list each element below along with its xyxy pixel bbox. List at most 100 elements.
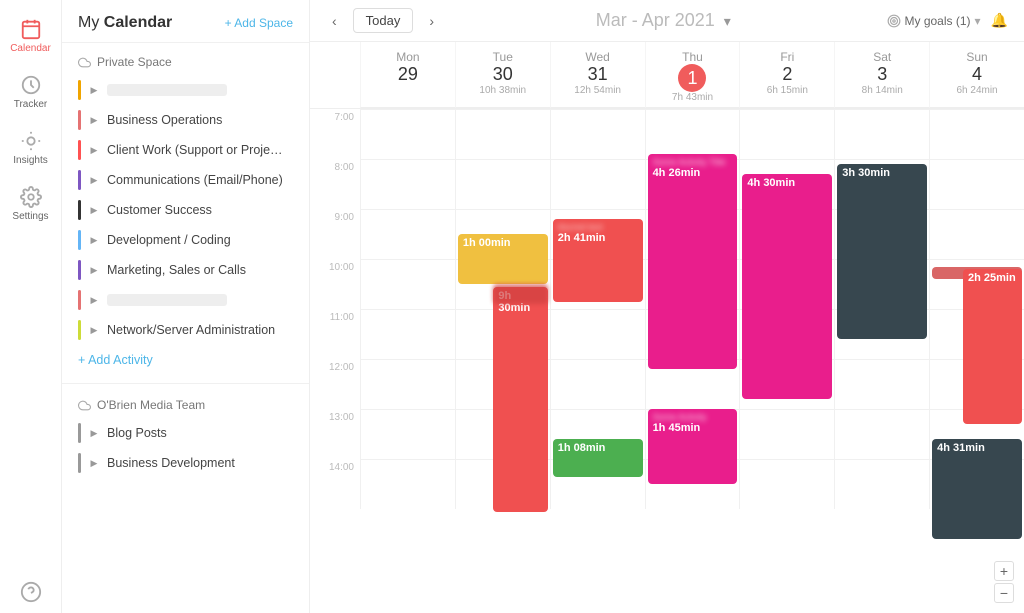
sidebar-settings-label: Settings xyxy=(12,211,48,222)
sidebar-calendar-label: Calendar xyxy=(10,43,51,54)
add-space-button[interactable]: + Add Space xyxy=(225,16,293,30)
space-item-business-ops[interactable]: ▶ Business Operations xyxy=(62,105,309,135)
play-icon[interactable]: ▶ xyxy=(87,113,101,127)
goals-icon xyxy=(887,14,901,28)
color-dot xyxy=(78,80,81,100)
hour-slot xyxy=(835,459,929,509)
space-item-client-work[interactable]: ▶ Client Work (Support or Proje… xyxy=(62,135,309,165)
hour-slot xyxy=(361,159,455,209)
sidebar-tracker-label: Tracker xyxy=(14,99,48,110)
day-col-sat: 3h 30min xyxy=(834,109,929,509)
play-icon[interactable]: ▶ xyxy=(87,263,101,277)
calendar-grid-wrapper[interactable]: Mon 29 Tue 30 10h 38min Wed 31 12h 54min… xyxy=(310,42,1024,613)
event-tue-yellow[interactable]: 1h 00min xyxy=(458,234,548,284)
prev-button[interactable]: ‹ xyxy=(326,11,343,31)
hour-slot xyxy=(551,359,645,409)
day-col-mon xyxy=(360,109,455,509)
day-header-sun: Sun 4 6h 24min xyxy=(929,42,1024,108)
event-tue-red[interactable]: 9h 30min xyxy=(493,287,547,512)
space-item-blog-posts[interactable]: ▶ Blog Posts xyxy=(62,418,309,448)
event-sun-red[interactable]: 2h 25min xyxy=(963,269,1022,424)
space-panel-header: My Calendar + Add Space xyxy=(62,0,309,43)
team-cloud-icon xyxy=(78,399,91,412)
dropdown-icon[interactable]: ▾ xyxy=(724,13,731,29)
color-dot xyxy=(78,290,81,310)
time-label-13: 13:00 xyxy=(310,409,360,459)
calendar-toolbar: ‹ Today › Mar - Apr 2021 ▾ My goals (1) … xyxy=(310,0,1024,42)
zoom-in-button[interactable]: + xyxy=(994,561,1014,581)
hour-slot xyxy=(835,109,929,159)
day-col-fri: 4h 30min xyxy=(739,109,834,509)
calendar-main: ‹ Today › Mar - Apr 2021 ▾ My goals (1) … xyxy=(310,0,1024,613)
icon-sidebar: Calendar Tracker Insights Settings xyxy=(0,0,62,613)
hour-slot xyxy=(740,459,834,509)
event-sun-dark[interactable]: 4h 31min xyxy=(932,439,1022,539)
event-thu-pink-tall[interactable]: Some Activity Title 4h 26min xyxy=(648,154,738,369)
play-icon[interactable]: ▶ xyxy=(87,83,101,97)
sidebar-item-tracker[interactable]: Tracker xyxy=(0,66,61,118)
sidebar-item-calendar[interactable]: Calendar xyxy=(0,10,61,62)
bell-icon[interactable]: 🔔 xyxy=(991,12,1008,29)
goals-dropdown-icon: ▾ xyxy=(975,14,981,28)
day-headers: Mon 29 Tue 30 10h 38min Wed 31 12h 54min… xyxy=(310,42,1024,109)
time-label-7: 7:00 xyxy=(310,109,360,159)
goals-button[interactable]: My goals (1) ▾ xyxy=(887,14,981,28)
calendar-grid-body: 7:00 8:00 9:00 10:00 11:00 12:00 13:00 1… xyxy=(310,109,1024,509)
hour-slot xyxy=(930,209,1024,259)
day-header-wed: Wed 31 12h 54min xyxy=(550,42,645,108)
time-label-10: 10:00 xyxy=(310,259,360,309)
play-icon[interactable]: ▶ xyxy=(87,173,101,187)
day-header-mon: Mon 29 xyxy=(360,42,455,108)
color-dot xyxy=(78,230,81,250)
event-fri-pink[interactable]: 4h 30min xyxy=(742,174,832,399)
time-label-14: 14:00 xyxy=(310,459,360,509)
time-label-12: 12:00 xyxy=(310,359,360,409)
space-item-customer-success[interactable]: ▶ Customer Success xyxy=(62,195,309,225)
play-icon[interactable]: ▶ xyxy=(87,456,101,470)
hour-slot xyxy=(835,409,929,459)
play-icon[interactable]: ▶ xyxy=(87,426,101,440)
space-item-business-dev[interactable]: ▶ Business Development xyxy=(62,448,309,478)
space-panel: My Calendar + Add Space Private Space ▶ … xyxy=(62,0,310,613)
color-dot xyxy=(78,260,81,280)
sidebar-item-settings[interactable]: Settings xyxy=(0,178,61,230)
next-button[interactable]: › xyxy=(423,11,440,31)
space-item-communications[interactable]: ▶ Communications (Email/Phone) xyxy=(62,165,309,195)
play-icon[interactable]: ▶ xyxy=(87,233,101,247)
play-icon[interactable]: ▶ xyxy=(87,203,101,217)
private-space-header: Private Space xyxy=(62,51,309,75)
today-button[interactable]: Today xyxy=(353,8,414,33)
space-item-development[interactable]: ▶ Development / Coding xyxy=(62,225,309,255)
add-activity-button[interactable]: + Add Activity xyxy=(62,345,309,375)
space-item-network[interactable]: ▶ Network/Server Administration xyxy=(62,315,309,345)
sidebar-item-insights[interactable]: Insights xyxy=(0,122,61,174)
time-header-spacer xyxy=(310,42,360,108)
space-item-blurred2[interactable]: ▶ xyxy=(62,285,309,315)
event-wed-green[interactable]: 1h 08min xyxy=(553,439,643,477)
day-header-fri: Fri 2 6h 15min xyxy=(739,42,834,108)
blurred-label xyxy=(107,84,227,96)
blurred-label xyxy=(107,294,227,306)
event-thu-pink-bottom[interactable]: Some Activity 1h 45min xyxy=(648,409,738,484)
play-icon[interactable]: ▶ xyxy=(87,293,101,307)
event-wed-red[interactable]: blurred text 2h 41min xyxy=(553,219,643,302)
color-dot xyxy=(78,320,81,340)
zoom-out-button[interactable]: − xyxy=(994,583,1014,603)
day-col-wed: blurred text 2h 41min 1h 08min xyxy=(550,109,645,509)
event-tue-red-top[interactable] xyxy=(493,284,547,304)
day-col-sun: 2h 25min 4h 31min xyxy=(929,109,1024,509)
hour-slot xyxy=(930,109,1024,159)
time-label-11: 11:00 xyxy=(310,309,360,359)
space-item-marketing[interactable]: ▶ Marketing, Sales or Calls xyxy=(62,255,309,285)
play-icon[interactable]: ▶ xyxy=(87,323,101,337)
sidebar-insights-label: Insights xyxy=(13,155,47,166)
play-icon[interactable]: ▶ xyxy=(87,143,101,157)
private-space-section: Private Space ▶ ▶ Business Operations ▶ … xyxy=(62,43,309,383)
day-header-sat: Sat 3 8h 14min xyxy=(834,42,929,108)
hour-slot xyxy=(456,109,550,159)
sidebar-item-help[interactable] xyxy=(0,573,61,613)
space-item-blurred1[interactable]: ▶ xyxy=(62,75,309,105)
calendar-title: Mar - Apr 2021 ▾ xyxy=(596,10,731,31)
day-header-tue: Tue 30 10h 38min xyxy=(455,42,550,108)
event-sat-dark[interactable]: 3h 30min xyxy=(837,164,927,339)
